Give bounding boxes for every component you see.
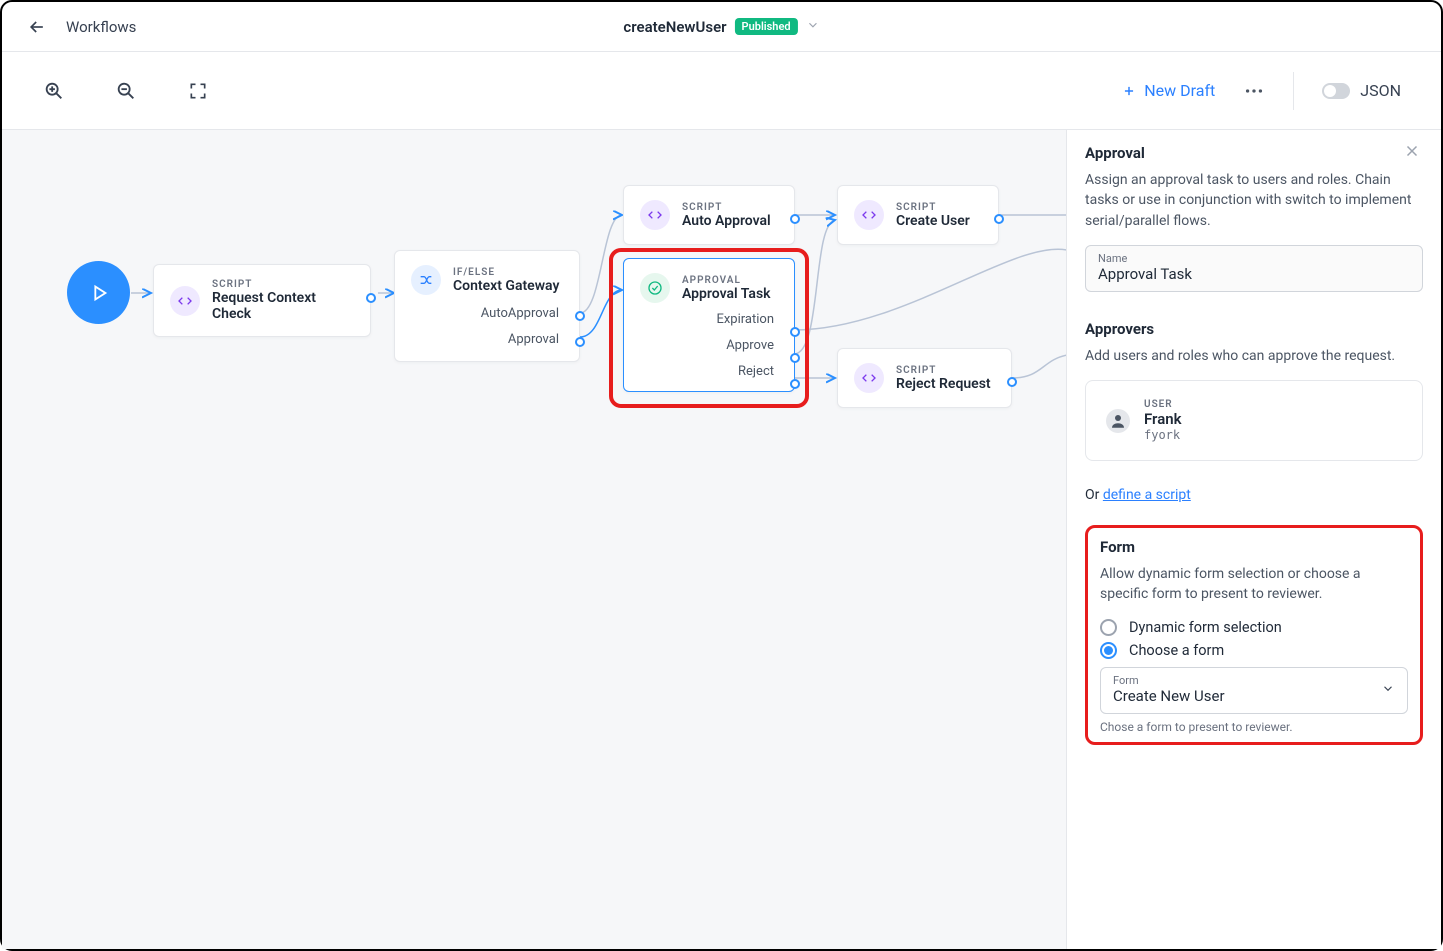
node-reject-request[interactable]: SCRIPT Reject Request [837, 348, 1012, 408]
code-icon [170, 286, 200, 316]
chevron-down-icon [806, 17, 820, 36]
node-auto-approval[interactable]: SCRIPT Auto Approval [623, 185, 795, 245]
form-desc: Allow dynamic form selection or choose a… [1100, 564, 1408, 605]
fullscreen-icon[interactable] [186, 79, 210, 103]
node-create-user[interactable]: SCRIPT Create User [837, 185, 999, 245]
form-select[interactable]: Form Create New User [1100, 667, 1408, 714]
form-section-highlight: Form Allow dynamic form selection or cho… [1085, 525, 1423, 745]
node-type: SCRIPT [682, 202, 771, 213]
approver-name: Frank [1144, 410, 1182, 428]
node-type: IF/ELSE [453, 267, 559, 278]
node-request-context[interactable]: SCRIPT Request Context Check [153, 264, 371, 337]
or-text: Or [1085, 487, 1103, 503]
breadcrumb[interactable]: Workflows [66, 18, 136, 36]
node-title: Reject Request [896, 376, 991, 392]
node-type: APPROVAL [682, 275, 771, 286]
more-icon[interactable] [1243, 80, 1265, 102]
avatar-icon [1106, 409, 1130, 433]
name-value: Approval Task [1098, 265, 1410, 283]
node-title: Request Context Check [212, 290, 354, 322]
code-icon [854, 200, 884, 230]
radio-icon [1100, 642, 1117, 659]
radio-dynamic[interactable]: Dynamic form selection [1100, 619, 1408, 636]
define-script-link[interactable]: define a script [1103, 487, 1191, 503]
back-icon[interactable] [26, 16, 48, 38]
topbar: Workflows createNewUser Published [2, 2, 1441, 52]
form-helper: Chose a form to present to reviewer. [1100, 720, 1408, 734]
name-field[interactable]: Name Approval Task [1085, 245, 1423, 292]
canvas[interactable]: SCRIPT Request Context Check IF/ELSE Con… [2, 130, 1066, 949]
name-label: Name [1098, 252, 1410, 265]
node-type: SCRIPT [896, 365, 991, 376]
branch-autoapproval: AutoApproval [395, 301, 579, 327]
start-node[interactable] [67, 261, 130, 324]
chevron-down-icon [1381, 681, 1395, 700]
node-type: SCRIPT [896, 202, 970, 213]
approvers-desc: Add users and roles who can approve the … [1085, 346, 1423, 366]
close-icon[interactable] [1403, 142, 1421, 164]
status-badge: Published [735, 18, 798, 35]
side-panel: Approval Assign an approval task to user… [1066, 130, 1441, 949]
approvers-heading: Approvers [1085, 320, 1423, 338]
new-draft-button[interactable]: New Draft [1122, 81, 1215, 100]
node-type: SCRIPT [212, 279, 354, 290]
workflow-name: createNewUser [623, 18, 726, 36]
approver-login: fyork [1144, 428, 1182, 442]
code-icon [854, 363, 884, 393]
branch-approval: Approval [395, 327, 579, 353]
main: SCRIPT Request Context Check IF/ELSE Con… [2, 130, 1441, 949]
panel-title: Approval [1085, 144, 1423, 162]
radio-dynamic-label: Dynamic form selection [1129, 619, 1282, 636]
output-approve: Approve [624, 333, 794, 359]
radio-choose[interactable]: Choose a form [1100, 642, 1408, 659]
panel-desc: Assign an approval task to users and rol… [1085, 170, 1423, 231]
output-reject: Reject [624, 359, 794, 385]
node-approval-task[interactable]: APPROVAL Approval Task Expiration Approv… [623, 258, 795, 392]
node-title: Approval Task [682, 286, 771, 302]
zoom-out-icon[interactable] [114, 79, 138, 103]
new-draft-label: New Draft [1144, 81, 1215, 100]
separator [1293, 72, 1294, 110]
form-select-value: Create New User [1113, 687, 1395, 705]
check-circle-icon [640, 273, 670, 303]
approver-kind: USER [1144, 399, 1182, 410]
radio-icon [1100, 619, 1117, 636]
node-title: Context Gateway [453, 278, 559, 294]
code-icon [640, 200, 670, 230]
toolbar: New Draft JSON [2, 52, 1441, 130]
toggle-switch[interactable] [1322, 83, 1350, 99]
workflow-title-group[interactable]: createNewUser Published [623, 17, 819, 36]
json-label: JSON [1360, 81, 1401, 100]
form-heading: Form [1100, 538, 1408, 556]
approver-card[interactable]: USER Frank fyork [1085, 380, 1423, 461]
node-title: Auto Approval [682, 213, 771, 229]
zoom-in-icon[interactable] [42, 79, 66, 103]
branch-icon [411, 265, 441, 295]
node-title: Create User [896, 213, 970, 229]
json-toggle[interactable]: JSON [1322, 81, 1401, 100]
radio-choose-label: Choose a form [1129, 642, 1224, 659]
output-expiration: Expiration [624, 307, 794, 333]
node-context-gateway[interactable]: IF/ELSE Context Gateway AutoApproval App… [394, 250, 580, 362]
form-select-label: Form [1113, 674, 1395, 687]
